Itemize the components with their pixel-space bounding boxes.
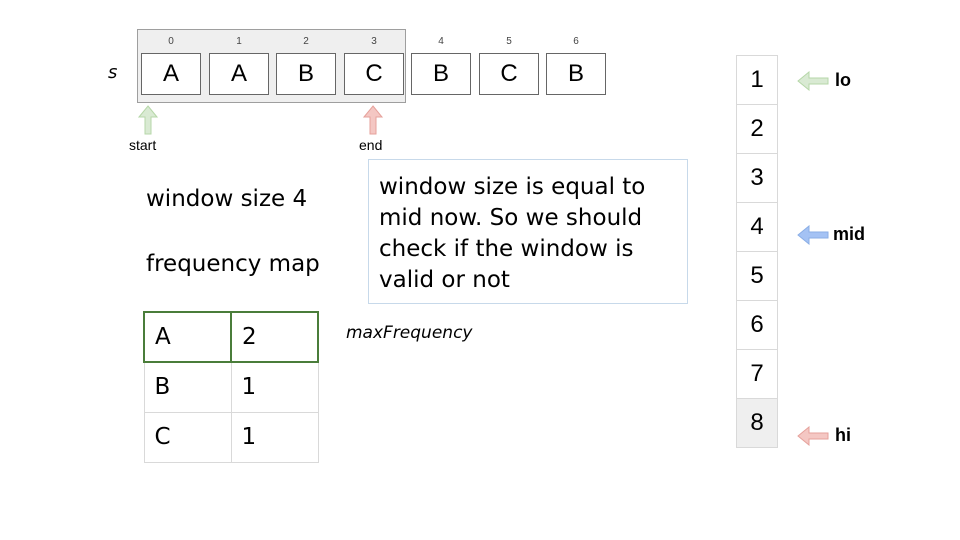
index-label: 4 — [438, 36, 444, 47]
frequency-map-title: frequency map — [146, 251, 320, 277]
char-cell: C — [344, 53, 404, 95]
start-arrow-icon — [138, 105, 158, 135]
hi-arrow-icon — [797, 426, 829, 446]
number-cell: 3 — [736, 153, 778, 203]
string-label: s — [108, 62, 118, 83]
number-cell: 8 — [736, 398, 778, 448]
table-row: B 1 — [143, 361, 319, 413]
frequency-table: A 2 B 1 C 1 — [143, 311, 319, 463]
char-cell: A — [141, 53, 201, 95]
char-cell: B — [276, 53, 336, 95]
number-cell: 4 — [736, 202, 778, 252]
mid-arrow-icon — [797, 225, 829, 245]
number-cell: 7 — [736, 349, 778, 399]
end-arrow-icon — [363, 105, 383, 135]
freq-value: 1 — [230, 411, 319, 463]
table-row: A 2 — [143, 311, 319, 363]
lo-arrow-icon — [797, 71, 829, 91]
char-cell: B — [411, 53, 471, 95]
number-cell: 6 — [736, 300, 778, 350]
start-label: start — [129, 137, 157, 153]
table-row: C 1 — [143, 411, 319, 463]
index-label: 0 — [168, 36, 174, 47]
number-cell: 5 — [736, 251, 778, 301]
freq-key: B — [143, 361, 232, 413]
number-cell: 1 — [736, 55, 778, 105]
index-label: 6 — [573, 36, 579, 47]
char-cell: A — [209, 53, 269, 95]
freq-value: 2 — [230, 311, 319, 363]
number-column: 1 2 3 4 5 6 7 8 — [736, 55, 778, 448]
index-label: 5 — [506, 36, 512, 47]
freq-key: A — [143, 311, 232, 363]
window-size-text: window size 4 — [146, 186, 308, 212]
freq-key: C — [143, 411, 232, 463]
hi-label: hi — [835, 425, 851, 445]
freq-value: 1 — [230, 361, 319, 413]
index-label: 1 — [236, 36, 242, 47]
lo-label: lo — [835, 70, 851, 90]
char-cell: B — [546, 53, 606, 95]
index-label: 3 — [371, 36, 377, 47]
char-cell: C — [479, 53, 539, 95]
mid-label: mid — [833, 224, 866, 244]
index-label: 2 — [303, 36, 309, 47]
number-cell: 2 — [736, 104, 778, 154]
note-box: window size is equal to mid now. So we s… — [368, 159, 688, 304]
max-frequency-label: maxFrequency — [346, 323, 473, 343]
end-label: end — [359, 137, 383, 153]
